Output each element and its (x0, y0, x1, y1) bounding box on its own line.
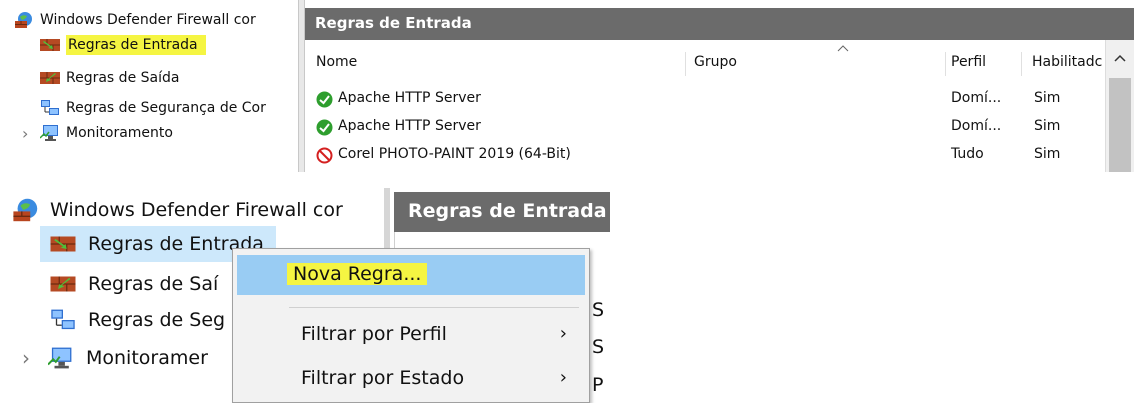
firewall-globe-icon (14, 11, 34, 29)
menu-item-label: Nova Regra... (287, 263, 428, 285)
menu-item-filter-state[interactable]: Filtrar por Estado › (237, 359, 585, 399)
column-header-row: Nome Grupo Perfil Habilitadc (305, 40, 1105, 80)
outbound-rules-icon (40, 70, 60, 86)
expand-chevron-icon[interactable]: › (22, 124, 40, 143)
row-enabled: Sim (1034, 90, 1061, 106)
menu-separator (289, 307, 579, 308)
firewall-panel-context-menu: Windows Defender Firewall cor Regras de … (0, 174, 1134, 403)
column-header-nome[interactable]: Nome (316, 54, 357, 70)
column-divider[interactable] (685, 52, 686, 76)
row-profile: Domí... (951, 90, 1002, 106)
list-text-fragment: P (592, 374, 604, 396)
scroll-up-arrow-icon[interactable] (1114, 54, 1126, 62)
row-name: Apache HTTP Server (338, 90, 481, 106)
menu-item-label: Filtrar por Perfil (301, 323, 447, 345)
list-text-fragment: S (592, 336, 605, 358)
tree-item-connection-security[interactable]: Regras de Seg (50, 302, 225, 338)
table-row[interactable]: Apache HTTP Server Domí... Sim (305, 114, 1105, 142)
block-icon (316, 147, 333, 164)
tree-item-label: Regras de Segurança de Cor (66, 100, 266, 116)
column-divider[interactable] (1021, 52, 1022, 76)
console-tree: Windows Defender Firewall cor Regras de … (0, 0, 298, 172)
inbound-rules-icon (50, 234, 76, 254)
column-header-grupo[interactable]: Grupo (694, 54, 737, 70)
tree-item-monitoring[interactable]: › Monitoramento (22, 121, 173, 145)
scroll-thumb[interactable] (1109, 78, 1131, 172)
outbound-rules-icon (50, 274, 76, 294)
tree-item-label: Regras de Seg (88, 309, 226, 331)
menu-item-new-rule[interactable]: Nova Regra... (237, 255, 585, 295)
tree-item-inbound-rules[interactable]: Regras de Entrada (40, 33, 206, 57)
expand-chevron-icon[interactable]: › (22, 346, 48, 370)
list-text-fragment: S (592, 299, 605, 321)
tree-item-label: Regras de Saí (88, 273, 219, 295)
pane-title: Regras de Entrada (315, 14, 472, 32)
tree-item-label: Regras de Entrada (66, 35, 206, 55)
tree-root-firewall[interactable]: Windows Defender Firewall cor (12, 192, 343, 228)
tree-item-label: Regras de Saída (66, 70, 180, 86)
monitor-icon (40, 124, 60, 142)
submenu-arrow-icon: › (559, 367, 567, 388)
allow-check-icon (316, 119, 333, 136)
tree-item-label: Monitoramento (66, 125, 173, 141)
connection-security-icon (50, 308, 76, 332)
vertical-scrollbar[interactable] (1105, 40, 1134, 172)
row-enabled: Sim (1034, 118, 1061, 134)
pane-title: Regras de Entrada (408, 200, 607, 222)
menu-item-filter-profile[interactable]: Filtrar por Perfil › (237, 315, 585, 355)
context-menu: Nova Regra... Filtrar por Perfil › Filtr… (232, 248, 590, 403)
pane-header: Regras de Entrada (305, 8, 1134, 40)
tree-item-connection-security[interactable]: Regras de Segurança de Cor (40, 96, 266, 120)
pane-splitter[interactable] (298, 0, 305, 172)
row-name: Apache HTTP Server (338, 118, 481, 134)
tree-item-label: Monitoramer (86, 347, 208, 369)
tree-root-firewall[interactable]: Windows Defender Firewall cor (14, 8, 256, 32)
row-enabled: Sim (1034, 146, 1061, 162)
tree-item-outbound-rules[interactable]: Regras de Saída (40, 66, 179, 90)
column-header-habilitado[interactable]: Habilitadc (1032, 54, 1102, 70)
row-profile: Domí... (951, 118, 1002, 134)
row-profile: Tudo (951, 146, 984, 162)
table-row[interactable]: Corel PHOTO-PAINT 2019 (64-Bit) Tudo Sim (305, 142, 1105, 170)
submenu-arrow-icon: › (559, 323, 567, 344)
monitor-icon (48, 346, 74, 370)
table-row[interactable]: Apache HTTP Server Domí... Sim (305, 86, 1105, 114)
row-name: Corel PHOTO-PAINT 2019 (64-Bit) (338, 146, 571, 162)
column-divider[interactable] (945, 52, 946, 76)
tree-root-label: Windows Defender Firewall cor (40, 12, 256, 28)
sort-ascending-icon (837, 44, 849, 52)
tree-root-label: Windows Defender Firewall cor (50, 199, 343, 221)
tree-item-outbound-rules[interactable]: Regras de Saí (50, 266, 218, 302)
tree-item-monitoring[interactable]: › Monitoramer (22, 340, 208, 376)
menu-item-label: Filtrar por Estado (301, 367, 465, 389)
allow-check-icon (316, 91, 333, 108)
connection-security-icon (40, 99, 60, 117)
column-header-perfil[interactable]: Perfil (951, 54, 986, 70)
inbound-rules-icon (40, 37, 60, 53)
firewall-panel-top: Windows Defender Firewall cor Regras de … (0, 0, 1134, 172)
pane-header: Regras de Entrada (394, 192, 610, 232)
firewall-globe-icon (12, 197, 40, 223)
